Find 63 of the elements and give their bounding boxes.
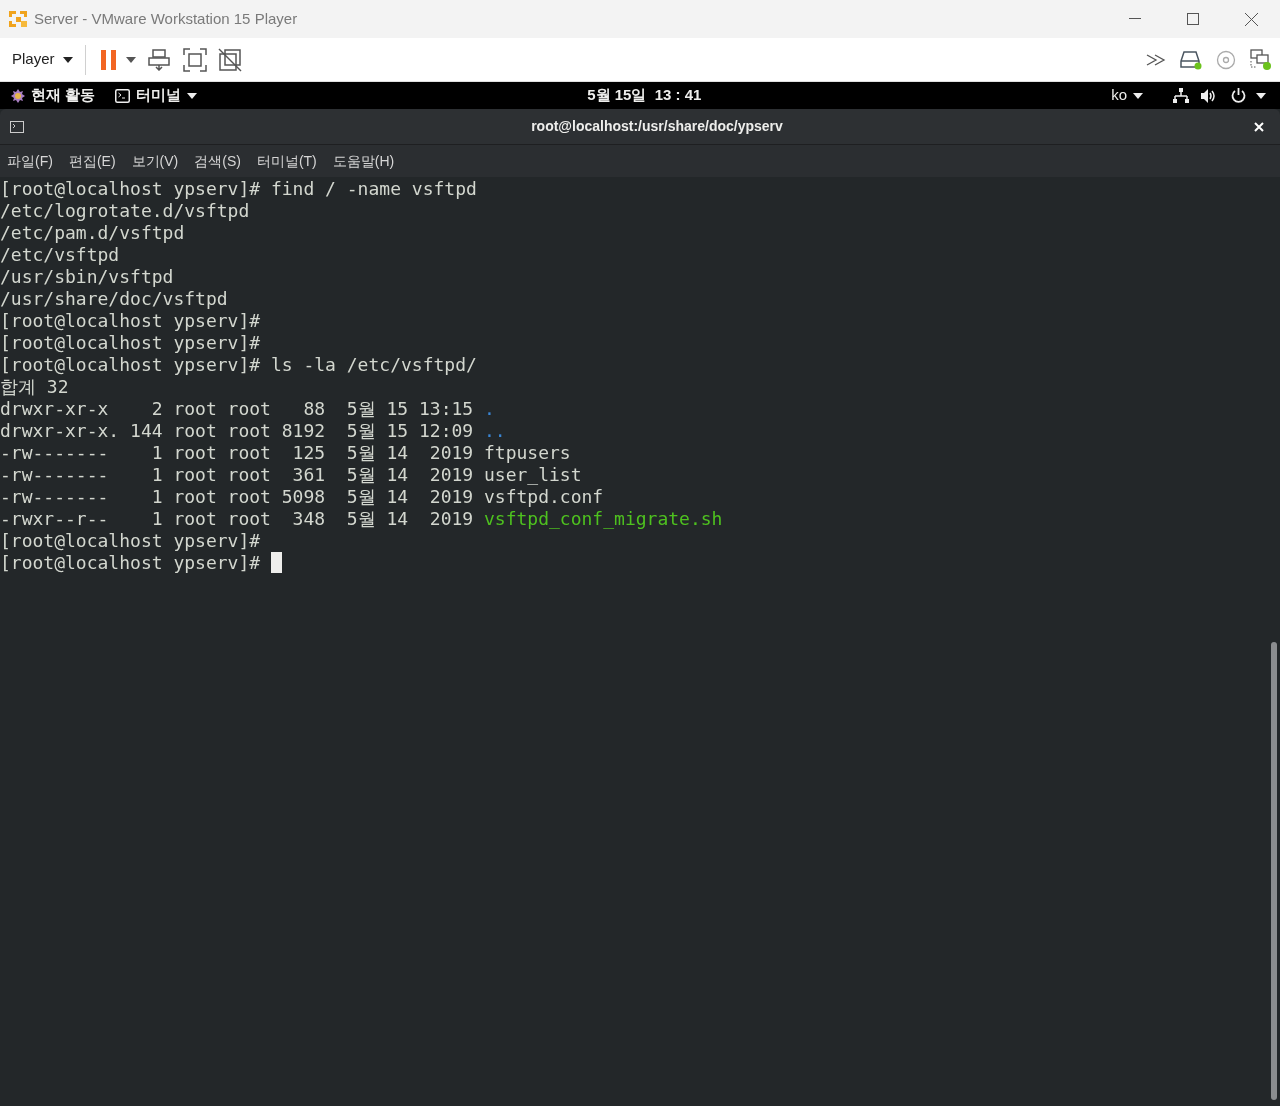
terminal-line: -rw------- 1 root root 361 5월 14 2019 bbox=[0, 464, 475, 486]
app-logo-icon bbox=[8, 9, 28, 29]
file-name: vsftpd.conf bbox=[484, 486, 604, 508]
terminal-line: drwxr-xr-x. 144 root root 8192 5월 15 12:09 bbox=[0, 420, 475, 442]
power-icon[interactable] bbox=[1231, 88, 1246, 103]
terminal-line: [root@localhost ypserv]# bbox=[0, 530, 261, 552]
terminal-icon bbox=[115, 88, 131, 103]
minimize-icon bbox=[1129, 18, 1141, 20]
unity-icon[interactable] bbox=[217, 47, 242, 72]
terminal-line: [root@localhost ypserv]# find / -name vsftpd bbox=[0, 178, 477, 200]
activities-icon[interactable] bbox=[11, 88, 25, 103]
close-icon bbox=[1244, 12, 1258, 26]
maximize-icon bbox=[1187, 13, 1199, 25]
menu-item[interactable]: 터미널(T) bbox=[256, 150, 317, 172]
hard-disk-icon[interactable] bbox=[1180, 49, 1202, 70]
menu-item[interactable]: 검색(S) bbox=[194, 150, 241, 172]
file-name: vsftpd_conf_migrate.sh bbox=[484, 508, 723, 530]
caret-icon bbox=[125, 56, 136, 63]
terminal-line: /usr/sbin/vsftpd bbox=[0, 266, 174, 288]
file-name: .. bbox=[484, 420, 506, 442]
terminal-line: -rw------- 1 root root 5098 5월 14 2019 bbox=[0, 486, 475, 508]
input-method-button[interactable]: ko bbox=[1111, 84, 1143, 107]
terminal-line: 합계 32 bbox=[0, 376, 69, 398]
terminal-line: /etc/logrotate.d/vsftpd bbox=[0, 200, 250, 222]
caret-icon bbox=[62, 56, 73, 63]
terminal-icon bbox=[10, 120, 24, 133]
network-icon[interactable] bbox=[1173, 87, 1189, 104]
volume-icon[interactable] bbox=[1201, 88, 1217, 103]
file-name: ftpusers bbox=[484, 442, 571, 464]
fullscreen-icon[interactable] bbox=[182, 47, 207, 72]
terminal-line: -rw------- 1 root root 125 5월 14 2019 bbox=[0, 442, 475, 464]
terminal-line: [root@localhost ypserv]# ls -la /etc/vsftpd/ bbox=[0, 354, 477, 376]
menu-item[interactable]: 도움말(H) bbox=[332, 150, 395, 172]
terminal-line: /etc/vsftpd bbox=[0, 244, 120, 266]
menu-item[interactable]: 파일(F) bbox=[7, 150, 53, 172]
caret-icon[interactable] bbox=[1256, 92, 1266, 99]
scrollbar-thumb[interactable] bbox=[1271, 642, 1277, 1100]
terminal-line: /usr/share/doc/vsftpd bbox=[0, 288, 228, 310]
caret-icon bbox=[187, 92, 198, 99]
menu-item[interactable]: 보기(V) bbox=[131, 150, 179, 172]
send-keys-icon[interactable] bbox=[147, 48, 170, 71]
app-menu-button[interactable]: 터미널 bbox=[136, 84, 198, 107]
pause-button[interactable] bbox=[99, 49, 136, 70]
window-title: Server - VMware Workstation 15 Player bbox=[34, 8, 298, 29]
close-button[interactable] bbox=[1254, 120, 1266, 133]
pause-icon bbox=[99, 49, 118, 70]
file-name: . bbox=[484, 398, 495, 420]
player-menu-button[interactable]: Player bbox=[12, 48, 73, 71]
terminal-line: [root@localhost ypserv]# bbox=[0, 332, 261, 354]
terminal-line: [root@localhost ypserv]# bbox=[0, 552, 262, 574]
double-chevron-icon[interactable] bbox=[1146, 53, 1166, 66]
terminal-line: /etc/pam.d/vsftpd bbox=[0, 222, 185, 244]
caret-icon bbox=[1133, 92, 1143, 99]
terminal-line: [root@localhost ypserv]# bbox=[0, 310, 261, 332]
activities-button[interactable]: 현재 활동 bbox=[31, 84, 96, 107]
terminal-line: drwxr-xr-x 2 root root 88 5월 15 13:15 bbox=[0, 398, 475, 420]
terminal-title: root@localhost:/usr/share/doc/ypserv bbox=[531, 117, 783, 136]
file-name: user_list bbox=[484, 464, 582, 486]
close-icon bbox=[1254, 121, 1264, 132]
menu-item[interactable]: 편집(E) bbox=[68, 150, 116, 172]
network-adapter-icon[interactable] bbox=[1250, 48, 1272, 71]
clock[interactable]: 5월 15일 13 : 41 bbox=[587, 84, 702, 107]
terminal-line: -rwxr--r-- 1 root root 348 5월 14 2019 bbox=[0, 508, 475, 530]
